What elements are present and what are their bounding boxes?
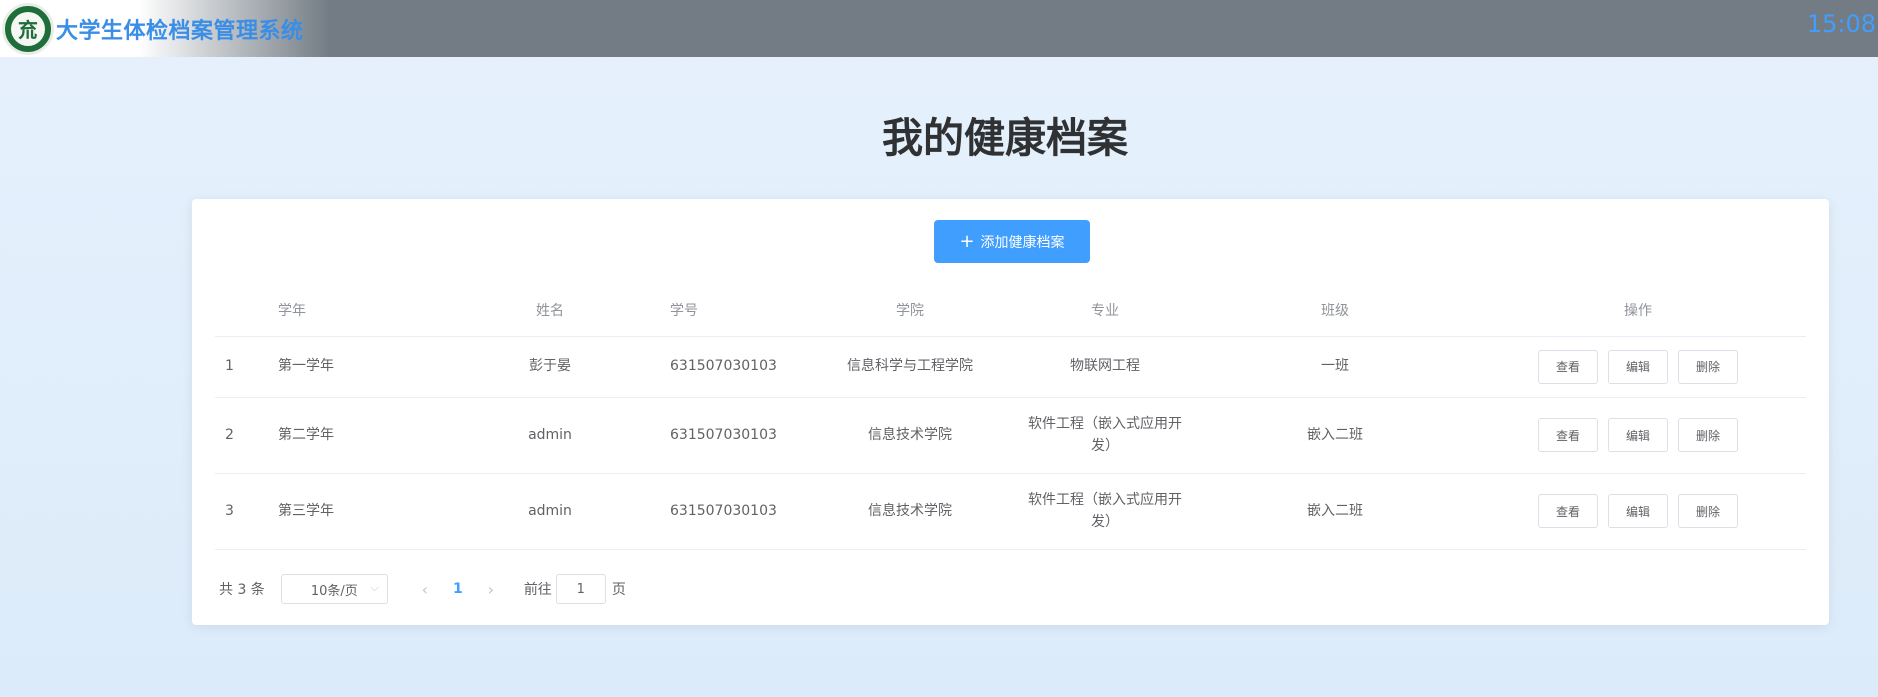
row-class: 一班 xyxy=(1200,336,1470,398)
records-card: + 添加健康档案 学年 姓名 学号 学院 专业 班级 操作 1 第一学年 彭于晏… xyxy=(192,199,1829,625)
row-year: 第一学年 xyxy=(260,336,460,398)
chevron-down-icon: ⌵ xyxy=(370,581,379,594)
view-button[interactable]: 查看 xyxy=(1538,349,1598,384)
row-index: 2 xyxy=(215,397,260,474)
view-button[interactable]: 查看 xyxy=(1538,494,1598,528)
row-index: 1 xyxy=(215,336,260,398)
table-header-row: 学年 姓名 学号 学院 专业 班级 操作 xyxy=(215,285,1806,337)
table-row: 1 第一学年 彭于晏 631507030103 信息科学与工程学院 物联网工程 … xyxy=(215,336,1806,398)
next-page-icon[interactable]: › xyxy=(476,580,506,599)
delete-button[interactable]: 删除 xyxy=(1678,418,1738,452)
edit-button[interactable]: 编辑 xyxy=(1608,418,1668,452)
page-size-value: 10条/页 xyxy=(310,583,358,599)
row-actions: 查看 编辑 删除 xyxy=(1470,336,1806,398)
row-class: 嵌入二班 xyxy=(1200,397,1470,474)
column-header-student-id: 学号 xyxy=(640,285,810,337)
row-major: 软件工程（嵌入式应用开发） xyxy=(1028,491,1182,530)
brand: 㐬 大学生体检档案管理系统 xyxy=(0,0,330,57)
column-header-college: 学院 xyxy=(810,285,1010,337)
row-actions: 查看 编辑 删除 xyxy=(1470,397,1806,474)
edit-button[interactable]: 编辑 xyxy=(1608,349,1668,384)
row-actions: 查看 编辑 删除 xyxy=(1470,473,1806,550)
column-header-actions: 操作 xyxy=(1470,285,1806,337)
edit-button[interactable]: 编辑 xyxy=(1608,494,1668,528)
column-header-class: 班级 xyxy=(1200,285,1470,337)
delete-button[interactable]: 删除 xyxy=(1678,494,1738,528)
records-table: 学年 姓名 学号 学院 专业 班级 操作 1 第一学年 彭于晏 63150703… xyxy=(215,285,1806,550)
row-major-cell: 软件工程（嵌入式应用开发） xyxy=(1010,473,1200,550)
row-year: 第三学年 xyxy=(260,473,460,550)
row-major: 物联网工程 xyxy=(1070,358,1140,375)
row-student-id: 631507030103 xyxy=(640,336,810,398)
delete-button[interactable]: 删除 xyxy=(1678,349,1738,384)
app-title: 大学生体检档案管理系统 xyxy=(56,18,304,44)
row-class: 嵌入二班 xyxy=(1200,473,1470,550)
column-header-year: 学年 xyxy=(260,285,460,337)
clock: 15:08 xyxy=(1806,10,1876,38)
view-button[interactable]: 查看 xyxy=(1538,418,1598,452)
table-row: 3 第三学年 admin 631507030103 信息技术学院 软件工程（嵌入… xyxy=(215,473,1806,550)
prev-page-icon[interactable]: ‹ xyxy=(410,580,440,599)
row-index: 3 xyxy=(215,473,260,550)
row-major-cell: 软件工程（嵌入式应用开发） xyxy=(1010,397,1200,474)
column-header-index xyxy=(215,285,260,337)
university-seal-icon: 㐬 xyxy=(2,2,54,55)
row-college: 信息科学与工程学院 xyxy=(810,336,1010,398)
page-number-current[interactable]: 1 xyxy=(440,581,476,597)
column-header-name: 姓名 xyxy=(460,285,640,337)
page-title: 我的健康档案 xyxy=(882,114,1128,162)
add-record-button[interactable]: + 添加健康档案 xyxy=(934,220,1090,263)
goto-page-input[interactable] xyxy=(555,574,606,604)
pagination-total: 共 3 条 xyxy=(219,582,265,598)
row-major-cell: 物联网工程 xyxy=(1010,336,1200,398)
plus-icon: + xyxy=(959,230,975,252)
row-student-id: 631507030103 xyxy=(640,397,810,474)
row-name: admin xyxy=(460,397,640,474)
add-record-label: 添加健康档案 xyxy=(980,234,1065,251)
row-college: 信息技术学院 xyxy=(810,473,1010,550)
table-row: 2 第二学年 admin 631507030103 信息技术学院 软件工程（嵌入… xyxy=(215,397,1806,474)
page-size-select[interactable]: 10条/页 ⌵ xyxy=(280,574,388,604)
pagination: 共 3 条 10条/页 ⌵ ‹ 1 › 前往 页 xyxy=(219,574,626,604)
row-name: 彭于晏 xyxy=(460,336,640,398)
row-year: 第二学年 xyxy=(260,397,460,474)
top-bar: 㐬 大学生体检档案管理系统 15:08 xyxy=(0,0,1878,57)
row-name: admin xyxy=(460,473,640,550)
goto-label: 前往 xyxy=(523,582,552,598)
row-college: 信息技术学院 xyxy=(810,397,1010,474)
row-student-id: 631507030103 xyxy=(640,473,810,550)
logo-glyph: 㐬 xyxy=(11,11,45,46)
column-header-major: 专业 xyxy=(1010,285,1200,337)
goto-suffix: 页 xyxy=(611,582,626,598)
row-major: 软件工程（嵌入式应用开发） xyxy=(1028,415,1182,454)
